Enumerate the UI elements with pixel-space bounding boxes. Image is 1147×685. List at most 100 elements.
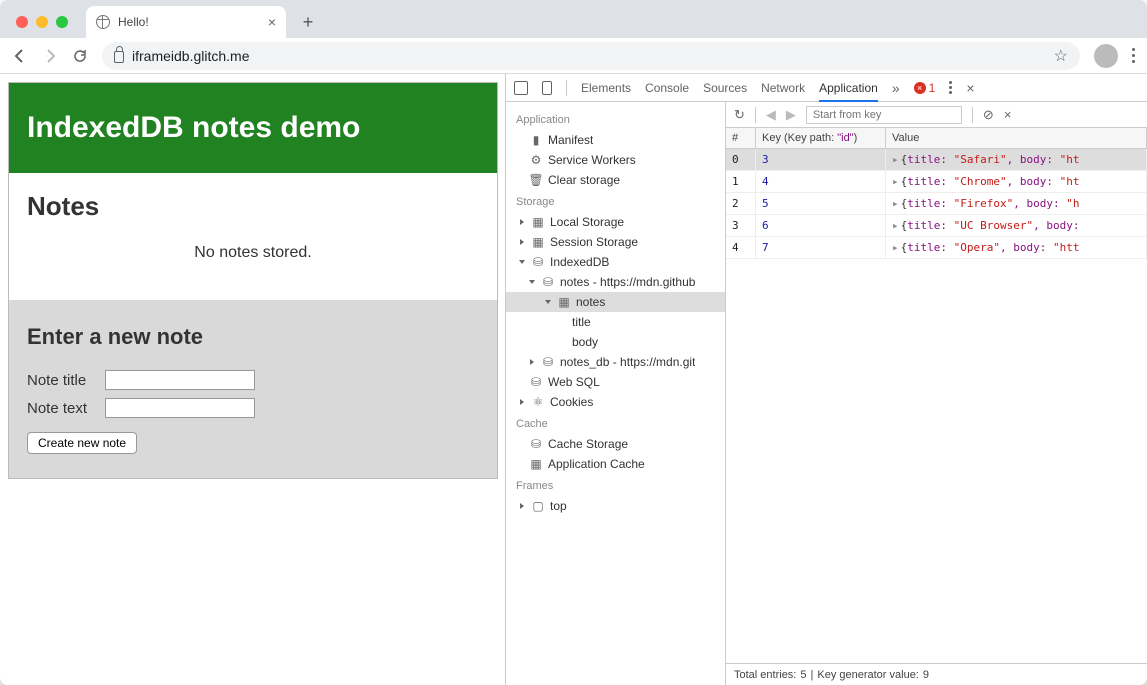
create-note-button[interactable]: Create new note (27, 432, 137, 454)
sidebar-item-local-storage[interactable]: ▦Local Storage (506, 212, 725, 232)
prev-page-button[interactable]: ◀ (766, 107, 776, 123)
sidebar-item-clear-storage[interactable]: 🗑Clear storage (506, 170, 725, 190)
cell-index: 4 (726, 237, 756, 258)
globe-icon (96, 15, 110, 29)
sidebar-item-title-index[interactable]: title (506, 312, 725, 332)
cell-key: 6 (756, 215, 886, 236)
cell-index: 2 (726, 193, 756, 214)
window-controls (10, 16, 74, 38)
table-row[interactable]: 14▸{title: "Chrome", body: "ht (726, 171, 1147, 193)
table-row[interactable]: 36▸{title: "UC Browser", body: (726, 215, 1147, 237)
table-row[interactable]: 03▸{title: "Safari", body: "ht (726, 149, 1147, 171)
grid-icon: ▦ (532, 236, 544, 248)
browser-tab[interactable]: Hello! × (86, 6, 286, 38)
table-row[interactable]: 25▸{title: "Firefox", body: "h (726, 193, 1147, 215)
reload-button[interactable] (72, 48, 88, 64)
table-row[interactable]: 47▸{title: "Opera", body: "htt (726, 237, 1147, 259)
device-toggle-icon[interactable] (542, 81, 552, 95)
col-index[interactable]: # (726, 128, 756, 148)
titlebar: Hello! × + (0, 0, 1147, 38)
address-bar[interactable]: iframeidb.glitch.me ☆ (102, 42, 1080, 70)
col-value[interactable]: Value (886, 128, 1147, 148)
sidebar-item-service-workers[interactable]: ⚙Service Workers (506, 150, 725, 170)
devtools-menu-button[interactable] (949, 81, 952, 94)
sidebar-item-manifest[interactable]: ▮Manifest (506, 130, 725, 150)
db-icon: ⛁ (530, 438, 542, 450)
sidebar-item-websql[interactable]: ⛁Web SQL (506, 372, 725, 392)
back-button[interactable] (12, 48, 28, 64)
cell-value: ▸{title: "Chrome", body: "ht (886, 171, 1147, 192)
note-text-label: Note text (27, 400, 105, 417)
sidebar-item-notesdb2[interactable]: ⛁notes_db - https://mdn.git (506, 352, 725, 372)
cell-key: 4 (756, 171, 886, 192)
page-title: IndexedDB notes demo (27, 111, 479, 145)
expand-icon (529, 280, 535, 284)
next-page-button[interactable]: ▶ (786, 107, 796, 123)
trash-icon: 🗑 (530, 174, 542, 186)
tab-console[interactable]: Console (645, 75, 689, 101)
delete-entry-button[interactable]: × (1004, 107, 1012, 122)
section-frames: Frames (506, 474, 725, 496)
grid-icon: ▦ (532, 216, 544, 228)
tab-sources[interactable]: Sources (703, 75, 747, 101)
cell-index: 3 (726, 215, 756, 236)
note-title-input[interactable] (105, 370, 255, 390)
expand-icon (520, 239, 524, 245)
cell-key: 5 (756, 193, 886, 214)
sidebar-item-indexeddb[interactable]: ⛁IndexedDB (506, 252, 725, 272)
expand-icon (520, 503, 524, 509)
new-tab-button[interactable]: + (294, 10, 322, 38)
devtools-close-button[interactable]: × (966, 80, 974, 96)
cell-key: 7 (756, 237, 886, 258)
sidebar-item-body-index[interactable]: body (506, 332, 725, 352)
tab-network[interactable]: Network (761, 75, 805, 101)
sidebar-item-notes-store[interactable]: ▦notes (506, 292, 725, 312)
devtools-tabs: Elements Console Sources Network Applica… (506, 74, 1147, 102)
toolbar: iframeidb.glitch.me ☆ (0, 38, 1147, 74)
bookmark-button[interactable]: ☆ (1054, 46, 1068, 66)
col-key[interactable]: Key (Key path: "id") (756, 128, 886, 148)
profile-button[interactable] (1094, 44, 1118, 68)
section-storage: Storage (506, 190, 725, 212)
cell-key: 3 (756, 149, 886, 170)
db-icon: ⛁ (532, 256, 544, 268)
maximize-window-button[interactable] (56, 16, 68, 28)
inspect-icon[interactable] (514, 81, 528, 95)
close-tab-button[interactable]: × (268, 14, 276, 30)
sidebar-item-cookies[interactable]: ⚛Cookies (506, 392, 725, 412)
tab-elements[interactable]: Elements (581, 75, 631, 101)
cell-value: ▸{title: "Firefox", body: "h (886, 193, 1147, 214)
sidebar-item-top-frame[interactable]: ▢top (506, 496, 725, 516)
menu-button[interactable] (1132, 48, 1135, 63)
key-search-input[interactable] (806, 106, 962, 124)
devtools: Elements Console Sources Network Applica… (505, 74, 1147, 685)
more-tabs-button[interactable]: » (892, 80, 900, 96)
section-application: Application (506, 108, 725, 130)
tab-application[interactable]: Application (819, 75, 878, 102)
error-icon: × (914, 82, 926, 94)
error-count: 1 (929, 81, 936, 95)
sidebar-item-cache-storage[interactable]: ⛁Cache Storage (506, 434, 725, 454)
expand-icon (530, 359, 534, 365)
error-indicator[interactable]: × 1 (914, 81, 936, 95)
data-toolbar: ↻ ◀ ▶ ⊘ × (726, 102, 1147, 128)
expand-icon (520, 399, 524, 405)
db-icon: ⛁ (530, 376, 542, 388)
note-text-input[interactable] (105, 398, 255, 418)
cell-value: ▸{title: "UC Browser", body: (886, 215, 1147, 236)
clear-store-button[interactable]: ⊘ (983, 107, 994, 123)
form-heading: Enter a new note (27, 324, 479, 350)
minimize-window-button[interactable] (36, 16, 48, 28)
sidebar-item-app-cache[interactable]: ▦Application Cache (506, 454, 725, 474)
no-notes-message: No notes stored. (27, 244, 479, 262)
forward-button[interactable] (42, 48, 58, 64)
frame-icon: ▢ (532, 500, 544, 512)
cookie-icon: ⚛ (532, 396, 544, 408)
sidebar-item-session-storage[interactable]: ▦Session Storage (506, 232, 725, 252)
refresh-button[interactable]: ↻ (734, 107, 745, 123)
close-window-button[interactable] (16, 16, 28, 28)
sidebar-item-notes-db[interactable]: ⛁notes - https://mdn.github (506, 272, 725, 292)
devtools-body: Application ▮Manifest ⚙Service Workers 🗑… (506, 102, 1147, 685)
expand-icon (520, 219, 524, 225)
db-icon: ⛁ (542, 276, 554, 288)
